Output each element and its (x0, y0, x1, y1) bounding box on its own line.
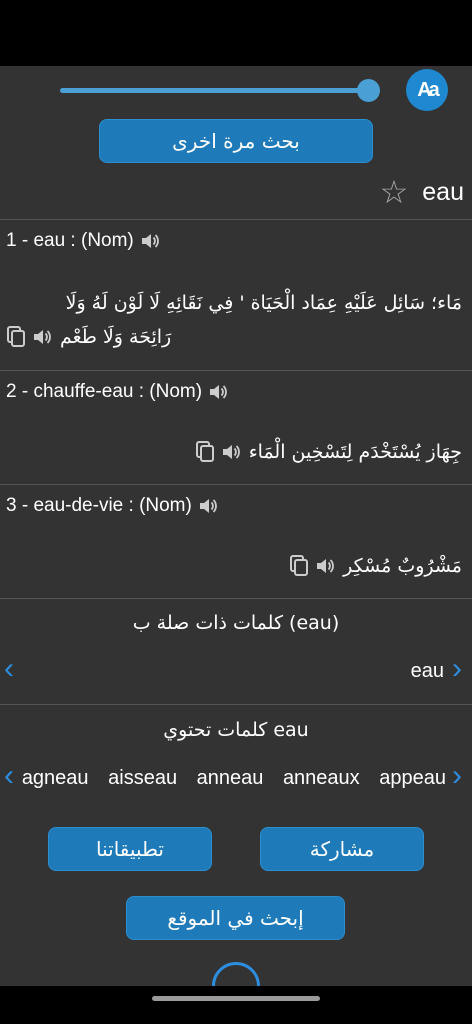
definition-line: مَاء؛ سَائِل عَلَيْهِ عِمَاد الْحَيَاة '… (65, 292, 462, 314)
containing-word[interactable]: anneau (197, 767, 264, 789)
definition-line: مَشْرُوبٌ مُسْكِر (343, 555, 462, 577)
entry-head-text: 3 - eau-de-vie : (Nom) (6, 495, 192, 516)
speaker-icon[interactable] (32, 327, 52, 347)
entry-head: 1 - eau : (Nom) (6, 230, 160, 252)
definition-actions (6, 326, 52, 348)
home-indicator[interactable] (152, 996, 320, 1001)
font-size-slider-thumb[interactable] (357, 79, 380, 102)
scroll-top-button[interactable] (212, 962, 260, 986)
entry-definition: مَاء؛ سَائِل عَلَيْهِ عِمَاد الْحَيَاة '… (6, 286, 462, 354)
definition-line: جِهَاز يُسْتَخْدَم لِتَسْخِين الْمَاء (248, 441, 462, 463)
divider (0, 219, 472, 220)
speaker-icon[interactable] (140, 231, 160, 251)
divider (0, 598, 472, 599)
entry-head: 3 - eau-de-vie : (Nom) (6, 495, 218, 517)
speaker-icon[interactable] (221, 442, 241, 462)
star-outline-icon[interactable]: ☆ (380, 176, 409, 208)
related-word[interactable]: eau (411, 660, 444, 683)
copy-icon[interactable] (6, 326, 26, 348)
chevron-right-icon[interactable]: › (452, 654, 462, 684)
definition-line-wrap: جِهَاز يُسْتَخْدَم لِتَسْخِين الْمَاء (195, 435, 462, 469)
definition-line-wrap: رَائِحَة وَلَا طَعْم (6, 320, 462, 354)
dictionary-screen: Aa بحث مرة اخرى ☆ eau 1 - eau : (Nom) مَ… (0, 66, 472, 986)
search-site-button[interactable]: إبحث في الموقع (126, 896, 345, 940)
divider (0, 370, 472, 371)
containing-word[interactable]: anneaux (283, 767, 360, 789)
system-bottom-bar (0, 986, 472, 1024)
word-title: eau (422, 177, 464, 206)
definition-line: رَائِحَة وَلَا طَعْم (60, 326, 172, 348)
word-header: ☆ eau (380, 176, 464, 208)
speaker-icon[interactable] (315, 556, 335, 576)
share-button[interactable]: مشاركة (260, 827, 424, 871)
entry-head: 2 - chauffe-eau : (Nom) (6, 381, 228, 403)
entry-definition: جِهَاز يُسْتَخْدَم لِتَسْخِين الْمَاء (195, 435, 462, 469)
divider (0, 704, 472, 705)
speaker-icon[interactable] (198, 496, 218, 516)
entry-definition: مَشْرُوبٌ مُسْكِر (289, 549, 462, 583)
containing-words-title: كلمات تحتوي eau (163, 719, 309, 741)
font-size-button[interactable]: Aa (406, 69, 448, 111)
font-size-slider[interactable] (60, 88, 370, 93)
entry-head-text: 2 - chauffe-eau : (Nom) (6, 381, 203, 402)
containing-words-list: agneau aisseau anneau anneaux appeau (18, 767, 446, 790)
containing-word[interactable]: aisseau (108, 767, 177, 789)
chevron-left-icon[interactable]: ‹ (4, 654, 14, 684)
containing-word[interactable]: appeau (379, 767, 446, 789)
copy-icon[interactable] (195, 441, 215, 463)
copy-icon[interactable] (289, 555, 309, 577)
definition-line-wrap: مَشْرُوبٌ مُسْكِر (289, 549, 462, 583)
related-words-title: كلمات ذات صلة ب (eau) (132, 612, 340, 634)
definition-actions (195, 441, 241, 463)
speaker-icon[interactable] (208, 382, 228, 402)
status-bar (0, 0, 472, 66)
entry-head-text: 1 - eau : (Nom) (6, 230, 134, 251)
our-apps-button[interactable]: تطبيقاتنا (48, 827, 212, 871)
definition-actions (289, 555, 335, 577)
containing-word[interactable]: agneau (22, 767, 89, 789)
search-again-button[interactable]: بحث مرة اخرى (99, 119, 373, 163)
chevron-right-icon[interactable]: › (452, 761, 462, 791)
chevron-left-icon[interactable]: ‹ (4, 761, 14, 791)
divider (0, 484, 472, 485)
